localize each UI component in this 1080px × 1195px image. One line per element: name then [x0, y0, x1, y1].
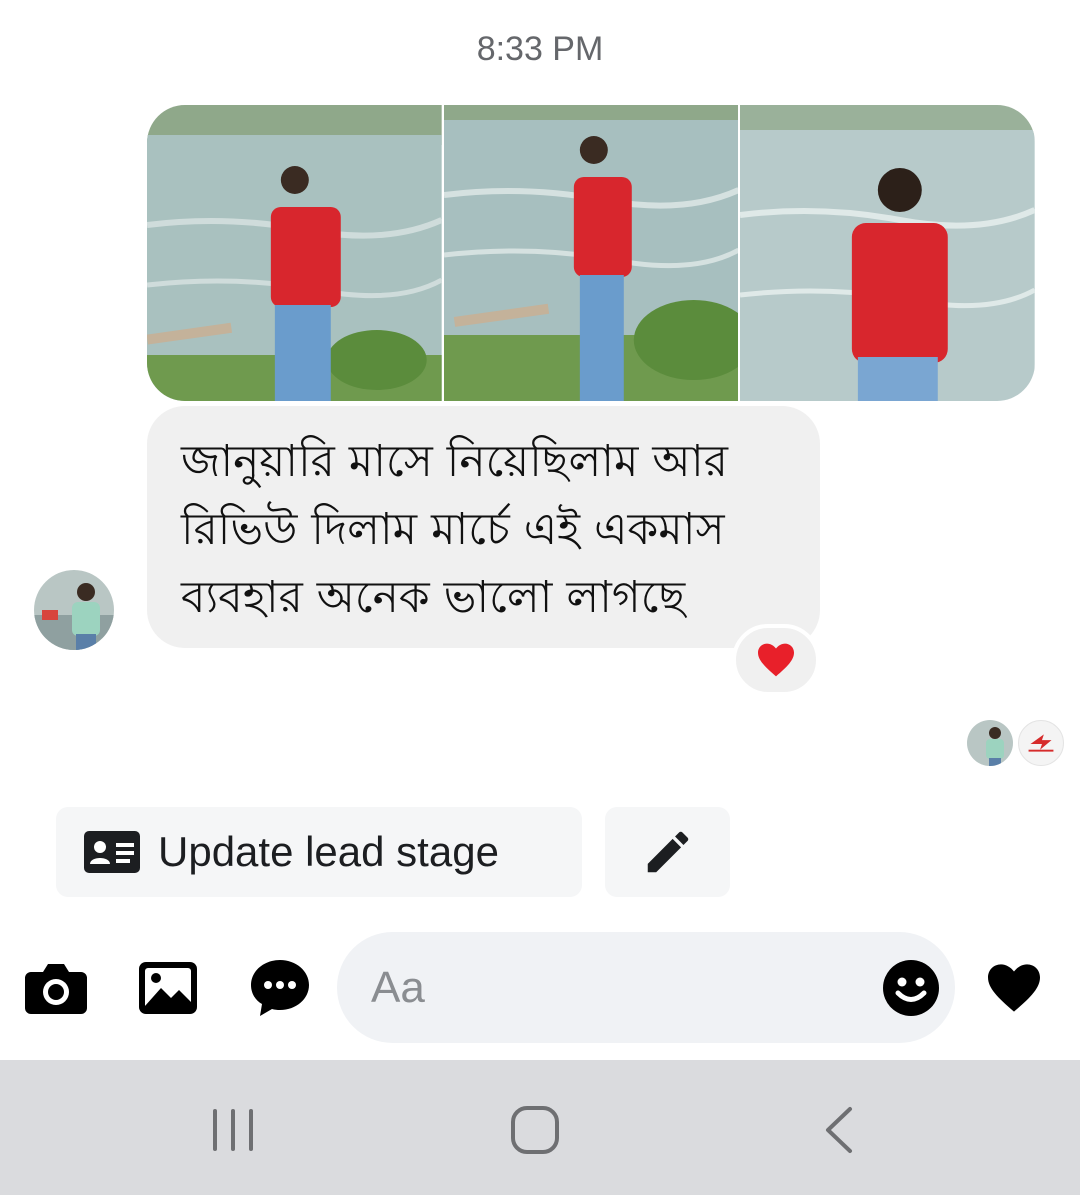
message-input-placeholder: Aa	[371, 962, 425, 1012]
message-reaction[interactable]	[732, 624, 820, 696]
back-button[interactable]	[808, 1100, 868, 1160]
home-button[interactable]	[505, 1100, 565, 1160]
update-lead-stage-label: Update lead stage	[158, 828, 499, 875]
photo-thumbnail-1[interactable]	[147, 105, 442, 401]
chat-options-button[interactable]	[248, 958, 312, 1018]
message-line: জানুয়ারি মাসে নিয়েছিলাম আর	[181, 436, 728, 487]
emoji-icon	[883, 960, 939, 1016]
camera-button[interactable]	[24, 958, 88, 1018]
photo-thumbnail-2[interactable]	[443, 105, 739, 401]
recent-apps-button[interactable]	[203, 1100, 263, 1160]
recent-apps-icon	[213, 1109, 253, 1151]
pencil-icon	[647, 831, 688, 873]
message-timestamp: 8:33 PM	[476, 30, 604, 68]
gallery-button[interactable]	[136, 958, 200, 1018]
update-lead-stage-button[interactable]: Update lead stage	[56, 807, 582, 897]
photo-thumbnail-3[interactable]	[740, 105, 1035, 401]
red-heart-emoji-icon	[758, 643, 794, 677]
system-navigation-bar	[0, 1060, 1080, 1195]
gallery-icon	[139, 962, 197, 1014]
contact-card-icon	[84, 831, 140, 873]
photo-gallery	[147, 105, 1035, 401]
edit-button[interactable]	[605, 807, 730, 897]
message-line: রিভিউ দিলাম মার্চে এই একমাস	[181, 504, 725, 555]
sender-avatar[interactable]	[34, 570, 114, 650]
message-input[interactable]: Aa	[337, 932, 955, 1043]
message-line: ব্যবহার অনেক ভালো লাগছে	[181, 572, 686, 623]
chat-bubble-icon	[251, 960, 309, 1016]
camera-icon	[25, 964, 87, 1014]
heart-icon	[988, 964, 1040, 1012]
home-icon	[511, 1106, 559, 1154]
back-icon	[826, 1107, 852, 1153]
message-bubble[interactable]: জানুয়ারি মাসে নিয়েছিলাম আর রিভিউ দিলাম…	[147, 406, 820, 648]
emoji-button[interactable]	[883, 960, 939, 1016]
seen-avatar-user	[967, 720, 1013, 766]
like-heart-button[interactable]	[982, 958, 1046, 1018]
seen-avatar-page	[1018, 720, 1064, 766]
